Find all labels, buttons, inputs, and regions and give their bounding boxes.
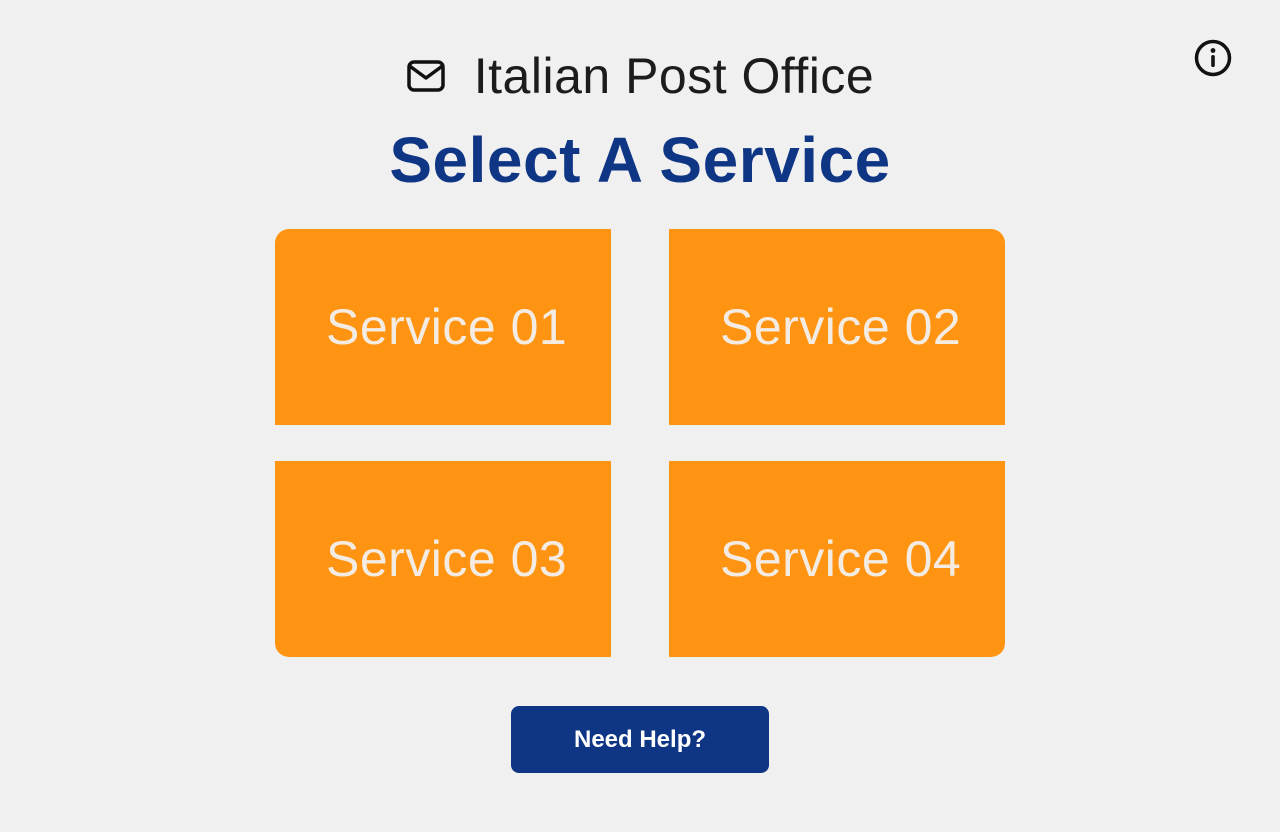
service-01-button[interactable]: Service 01 xyxy=(275,229,611,425)
service-03-button[interactable]: Service 03 xyxy=(275,461,611,657)
service-label: Service 03 xyxy=(326,531,568,587)
need-help-button[interactable]: Need Help? xyxy=(511,706,769,773)
service-label: Service 04 xyxy=(720,531,962,587)
service-02-button[interactable]: Service 02 xyxy=(669,229,1005,425)
app-title: Italian Post Office xyxy=(473,48,875,104)
app-header: Italian Post Office xyxy=(0,44,1280,108)
service-label: Service 02 xyxy=(720,299,962,355)
service-selection-screen: Italian Post Office Select A Service Ser… xyxy=(0,0,1280,832)
mail-icon xyxy=(406,59,446,93)
page-title: Select A Service xyxy=(389,124,891,196)
service-label: Service 01 xyxy=(326,299,568,355)
info-icon[interactable] xyxy=(1193,38,1233,78)
service-04-button[interactable]: Service 04 xyxy=(669,461,1005,657)
